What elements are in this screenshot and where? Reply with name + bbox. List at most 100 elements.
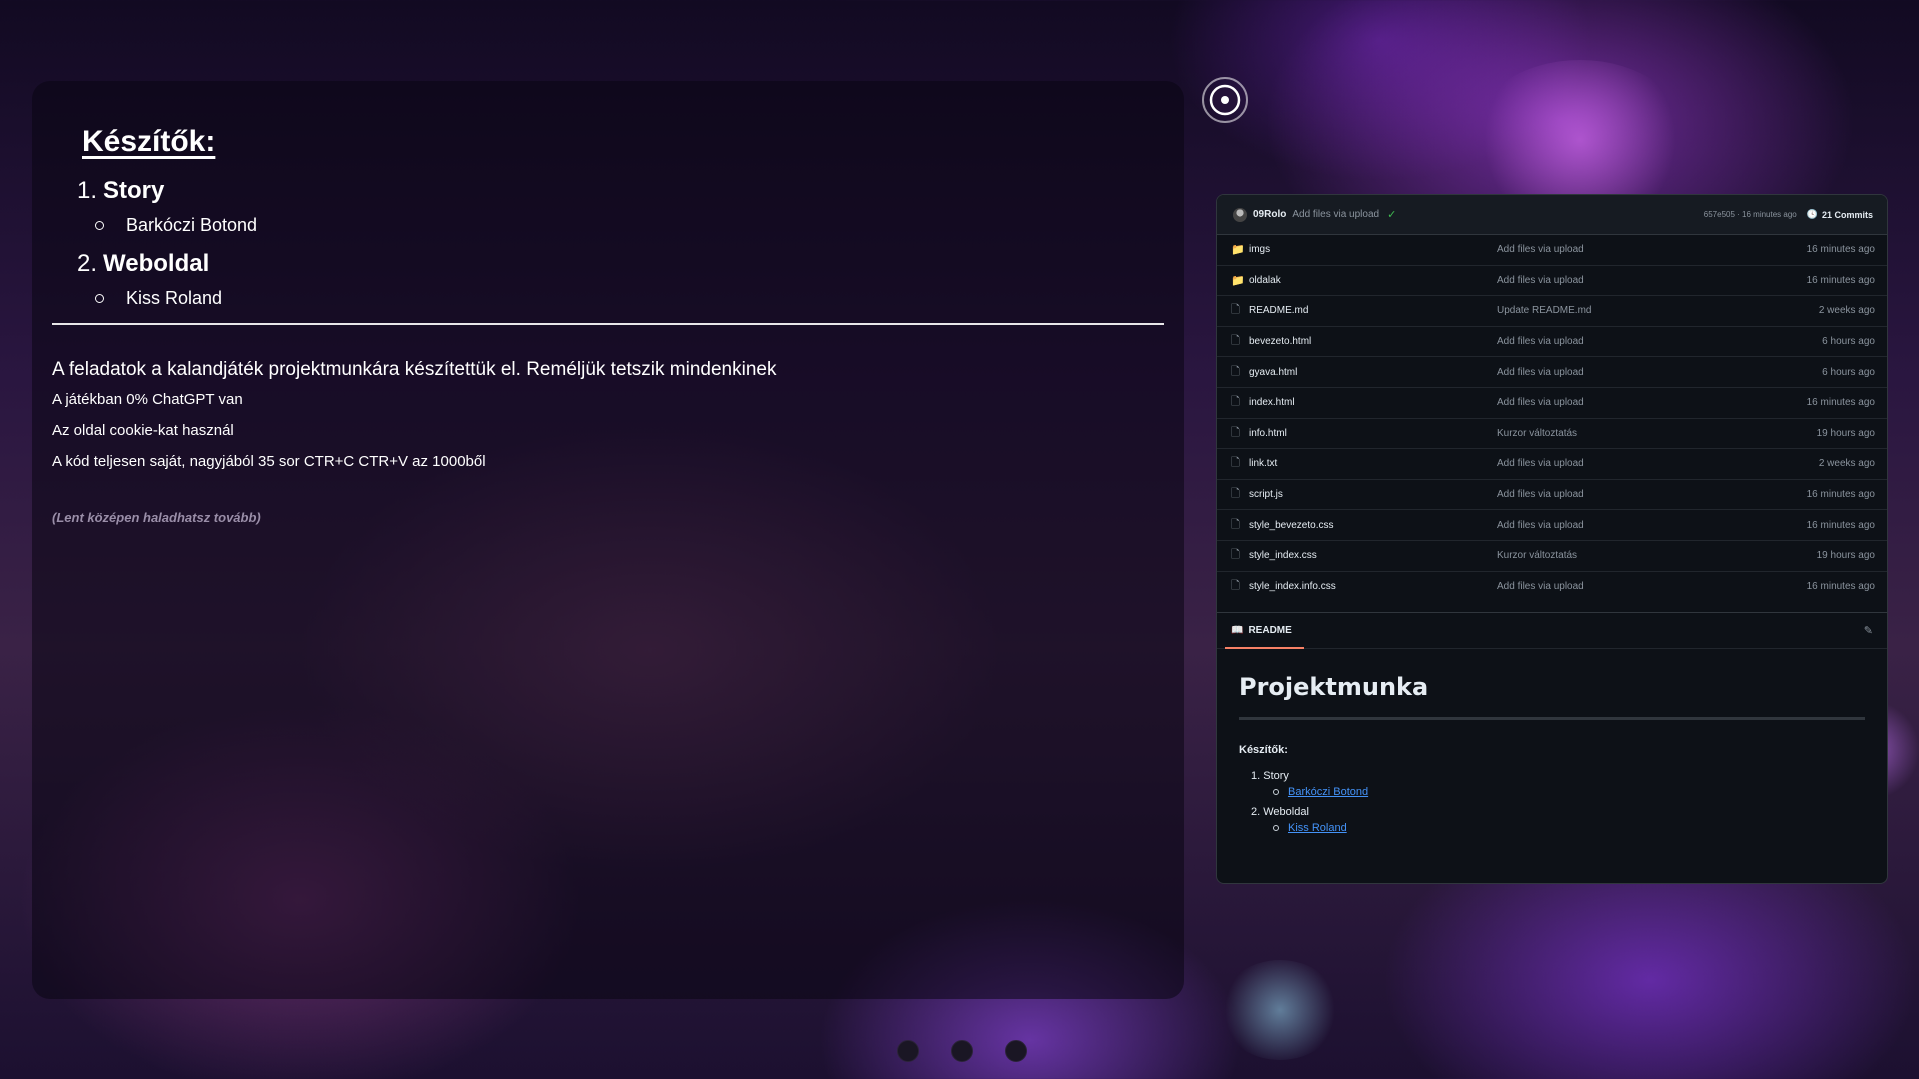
file-commit-message[interactable]: Add files via upload xyxy=(1497,275,1807,286)
credits-item: 1. Story Barkóczi Botond xyxy=(77,177,1164,236)
file-icon: 🗋 xyxy=(1231,365,1240,378)
file-name[interactable]: imgs xyxy=(1249,244,1497,255)
file-row[interactable]: 📁 imgs Add files via upload 16 minutes ago xyxy=(1217,235,1887,266)
readme-subtitle: Készítők: xyxy=(1239,744,1288,757)
bullet-icon xyxy=(1273,789,1279,796)
credit-person-name: Kiss Roland xyxy=(126,288,223,308)
credit-person-name: Barkóczi Botond xyxy=(126,215,258,235)
file-icon: 🗋 xyxy=(1231,457,1240,470)
file-row[interactable]: 🗋 README.md Update README.md 2 weeks ago xyxy=(1217,296,1887,327)
file-commit-message[interactable]: Add files via upload xyxy=(1497,244,1807,255)
commit-message[interactable]: Add files via upload xyxy=(1292,209,1379,220)
file-name[interactable]: oldalak xyxy=(1249,275,1497,286)
credits-title: Készítők: xyxy=(82,125,216,158)
readme-person: Barkóczi Botond xyxy=(1273,786,1865,798)
readme-tab[interactable]: 📖 README xyxy=(1225,613,1304,650)
readme-header: 📖 README ✎ xyxy=(1217,612,1887,650)
commits-count: 21 Commits xyxy=(1821,209,1873,220)
credit-role-label: Weboldal xyxy=(103,250,210,277)
credit-role: 1. Story xyxy=(77,177,1164,205)
bullet-icon xyxy=(95,221,104,230)
file-commit-message[interactable]: Add files via upload xyxy=(1497,581,1807,592)
file-row[interactable]: 🗋 style_bevezeto.css Add files via upload 1… xyxy=(1217,510,1887,541)
file-name[interactable]: script.js xyxy=(1249,489,1497,500)
file-icon: 🗋 xyxy=(1231,488,1240,501)
file-commit-message[interactable]: Add files via upload xyxy=(1497,397,1807,408)
file-time: 16 minutes ago xyxy=(1806,274,1875,286)
file-row[interactable]: 🗋 script.js Add files via upload 16 minutes… xyxy=(1217,480,1887,511)
commit-meta[interactable]: 657e505 · 16 minutes ago xyxy=(1704,210,1797,219)
readme-title: Projektmunka xyxy=(1239,673,1865,721)
file-row[interactable]: 🗋 bevezeto.html Add files via upload 6 hour… xyxy=(1217,327,1887,358)
file-name[interactable]: style_bevezeto.css xyxy=(1249,520,1497,531)
file-row[interactable]: 🗋 info.html Kurzor változtatás 19 hours ago xyxy=(1217,419,1887,450)
file-commit-message[interactable]: Add files via upload xyxy=(1497,489,1807,500)
readme-tab-label: README xyxy=(1248,625,1292,637)
book-icon: 📖 xyxy=(1231,625,1244,637)
credit-role-label: Story xyxy=(103,177,165,204)
folder-icon: 📁 xyxy=(1231,274,1245,287)
file-row[interactable]: 🗋 link.txt Add files via upload 2 weeks ago xyxy=(1217,449,1887,480)
file-time: 19 hours ago xyxy=(1816,550,1875,562)
commit-author[interactable]: 09Rolo xyxy=(1253,209,1286,220)
divider xyxy=(52,323,1164,325)
file-commit-message[interactable]: Kurzor változtatás xyxy=(1497,550,1817,561)
file-time: 6 hours ago xyxy=(1822,366,1875,378)
background-glow xyxy=(1220,960,1340,1060)
readme-person-link[interactable]: Kiss Roland xyxy=(1288,822,1347,834)
credit-number: 2. xyxy=(77,250,98,277)
navigation-hint: (Lent középen haladhatsz tovább) xyxy=(52,510,261,525)
intro-line: Az oldal cookie-kat használ xyxy=(52,422,234,439)
file-commit-message[interactable]: Add files via upload xyxy=(1497,458,1819,469)
file-name[interactable]: index.html xyxy=(1249,397,1497,408)
file-row[interactable]: 🗋 index.html Add files via upload 16 minute… xyxy=(1217,388,1887,419)
credits-panel: Készítők: 1. Story Barkóczi Botond 2. Webo… xyxy=(32,81,1184,999)
commits-link[interactable]: 🕓 21 Commits xyxy=(1807,209,1873,220)
file-icon: 🗋 xyxy=(1231,304,1240,317)
file-icon: 🗋 xyxy=(1231,580,1240,593)
file-list: 📁 imgs Add files via upload 16 minutes ago 📁… xyxy=(1217,235,1887,602)
readme-content: Projektmunka Készítők: 1. Story Barkóczi… xyxy=(1217,648,1887,860)
file-icon: 🗋 xyxy=(1231,549,1240,562)
credit-person: Kiss Roland xyxy=(95,288,1164,309)
latest-commit-bar: 09Rolo Add files via upload ✓ 657e505 · … xyxy=(1217,195,1887,235)
page-navigation xyxy=(897,1040,1027,1062)
file-name[interactable]: style_index.css xyxy=(1249,550,1497,561)
file-commit-message[interactable]: Add files via upload xyxy=(1497,520,1807,531)
file-icon: 🗋 xyxy=(1231,426,1240,439)
file-icon: 🗋 xyxy=(1231,335,1240,348)
file-row[interactable]: 📁 oldalak Add files via upload 16 minutes a… xyxy=(1217,266,1887,297)
file-time: 2 weeks ago xyxy=(1818,458,1875,470)
avatar[interactable] xyxy=(1233,207,1247,222)
file-commit-message[interactable]: Add files via upload xyxy=(1497,336,1822,347)
file-commit-message[interactable]: Kurzor változtatás xyxy=(1497,428,1817,439)
file-row[interactable]: 🗋 style_index.info.css Add files via uploa… xyxy=(1217,572,1887,603)
intro-line: A kód teljesen saját, nagyjából 35 sor C… xyxy=(52,453,486,470)
file-name[interactable]: link.txt xyxy=(1249,458,1497,469)
file-name[interactable]: gyava.html xyxy=(1249,367,1497,378)
file-row[interactable]: 🗋 style_index.css Kurzor változtatás 19 hou… xyxy=(1217,541,1887,572)
readme-person-link[interactable]: Barkóczi Botond xyxy=(1288,786,1368,798)
file-name[interactable]: README.md xyxy=(1249,305,1497,316)
readme-list: 1. Story Barkóczi Botond 2. Weboldal Kis… xyxy=(1239,770,1865,834)
folder-icon: 📁 xyxy=(1231,244,1245,257)
credits-item: 2. Weboldal Kiss Roland xyxy=(77,250,1164,309)
readme-person: Kiss Roland xyxy=(1273,822,1865,834)
page-dot[interactable] xyxy=(1005,1040,1027,1062)
file-time: 16 minutes ago xyxy=(1806,519,1875,531)
file-name[interactable]: info.html xyxy=(1249,428,1497,439)
file-name[interactable]: bevezeto.html xyxy=(1249,336,1497,347)
file-time: 16 minutes ago xyxy=(1806,581,1875,593)
credit-number: 1. xyxy=(77,177,98,204)
file-icon: 🗋 xyxy=(1231,396,1240,409)
target-icon[interactable] xyxy=(1201,76,1249,124)
file-row[interactable]: 🗋 gyava.html Add files via upload 6 hours a… xyxy=(1217,357,1887,388)
file-name[interactable]: style_index.info.css xyxy=(1249,581,1497,592)
pencil-icon[interactable]: ✎ xyxy=(1864,624,1873,637)
file-commit-message[interactable]: Add files via upload xyxy=(1497,367,1822,378)
page-dot[interactable] xyxy=(897,1040,919,1062)
file-commit-message[interactable]: Update README.md xyxy=(1497,305,1819,316)
file-time: 16 minutes ago xyxy=(1806,244,1875,256)
page-dot[interactable] xyxy=(951,1040,973,1062)
bullet-icon xyxy=(95,294,104,303)
